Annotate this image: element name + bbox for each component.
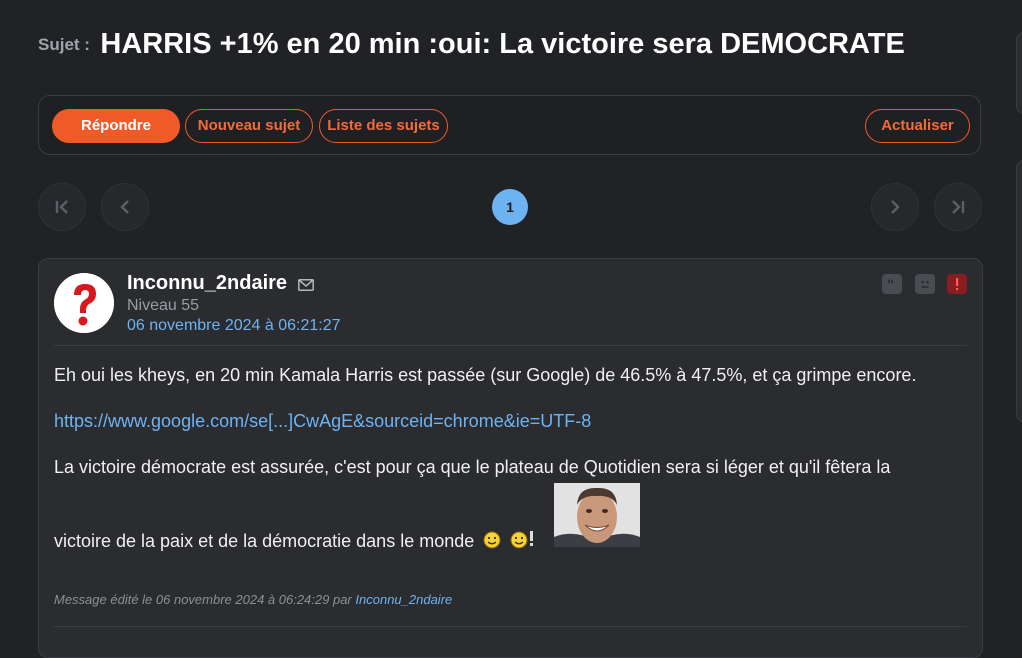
post-header-divider bbox=[54, 345, 967, 346]
post-paragraph-2: La victoire démocrate est assurée, c'est… bbox=[54, 457, 891, 477]
last-page-button[interactable] bbox=[934, 183, 982, 231]
prev-page-button[interactable] bbox=[101, 183, 149, 231]
forum-post: Inconnu_2ndaire Niveau 55 06 novembre 20… bbox=[38, 258, 983, 658]
post-paragraph-1: Eh oui les kheys, en 20 min Kamala Harri… bbox=[54, 365, 917, 385]
report-icon[interactable] bbox=[947, 274, 967, 294]
blacklist-icon[interactable] bbox=[915, 274, 935, 294]
side-panel-edge-2 bbox=[1016, 160, 1022, 422]
post-footer-divider bbox=[54, 626, 967, 627]
edited-by-link[interactable]: Inconnu_2ndaire bbox=[355, 592, 452, 607]
post-paragraph-3: victoire de la paix et de la démocratie … bbox=[54, 531, 475, 551]
post-date[interactable]: 06 novembre 2024 à 06:21:27 bbox=[127, 317, 341, 335]
embedded-photo[interactable] bbox=[554, 483, 640, 547]
current-page[interactable]: 1 bbox=[492, 189, 528, 225]
mail-icon[interactable] bbox=[298, 278, 314, 296]
reply-button[interactable]: Répondre bbox=[52, 109, 180, 143]
topic-title-row: Sujet : HARRIS +1% en 20 min :oui: La vi… bbox=[38, 28, 905, 61]
topic-prefix: Sujet : bbox=[38, 35, 90, 54]
first-page-icon bbox=[55, 200, 68, 214]
chevron-left-icon bbox=[120, 200, 129, 214]
post-author[interactable]: Inconnu_2ndaire bbox=[127, 272, 287, 295]
edited-notice-text: Message édité le 06 novembre 2024 à 06:2… bbox=[54, 592, 352, 607]
quote-icon[interactable]: " bbox=[882, 274, 902, 294]
page-title: HARRIS +1% en 20 min :oui: La victoire s… bbox=[100, 28, 905, 60]
post-link[interactable]: https://www.google.com/se[...]CwAgE&sour… bbox=[54, 411, 591, 432]
avatar[interactable] bbox=[54, 273, 114, 333]
chevron-right-icon bbox=[891, 200, 900, 214]
topic-list-button[interactable]: Liste des sujets bbox=[319, 109, 448, 143]
question-mark-avatar-icon bbox=[54, 273, 114, 333]
post-paragraph-3-line: victoire de la paix et de la démocratie … bbox=[54, 529, 536, 552]
refresh-button[interactable]: Actualiser bbox=[865, 109, 970, 143]
new-topic-button[interactable]: Nouveau sujet bbox=[185, 109, 313, 143]
edited-notice: Message édité le 06 novembre 2024 à 06:2… bbox=[54, 592, 452, 607]
svg-text:": " bbox=[887, 279, 894, 289]
last-page-icon bbox=[952, 200, 965, 214]
first-page-button[interactable] bbox=[38, 183, 86, 231]
side-panel-edge bbox=[1016, 32, 1022, 114]
author-level: Niveau 55 bbox=[127, 297, 200, 314]
topic-toolbar: Répondre Nouveau sujet Liste des sujets … bbox=[38, 95, 981, 155]
smiley-icon bbox=[483, 531, 501, 549]
thinking-smiley-icon bbox=[510, 531, 534, 549]
next-page-button[interactable] bbox=[871, 183, 919, 231]
